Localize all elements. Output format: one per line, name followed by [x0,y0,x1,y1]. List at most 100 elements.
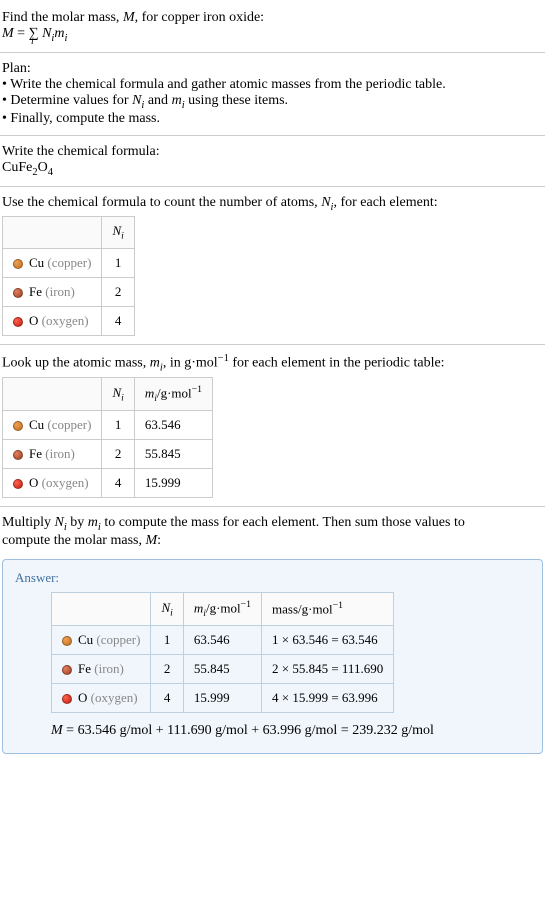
divider [0,186,545,187]
var-M: M [123,10,135,25]
text: m [145,386,154,401]
text: mass/g·mol [272,602,333,617]
plan-bullet-2: • Determine values for Ni and mi using t… [2,93,543,111]
unit: /g·mol [206,601,241,616]
element-symbol: Fe [78,661,91,676]
text: Look up the atomic mass, [2,356,150,371]
element-cell: Fe (iron) [52,655,151,684]
intro-text: Find the molar mass, [2,10,123,25]
mass-calc: 1 × 63.546 = 63.546 [262,626,394,655]
element-symbol: O [78,690,87,705]
lookup-table: Ni m i/g·mol−1 Cu (copper) 1 63.546 Fe (i… [2,377,213,498]
element-dot-o [13,317,23,327]
count-value: 1 [151,626,183,655]
element-dot-o [13,479,23,489]
col-Ni: Ni [151,593,183,626]
divider [0,135,545,136]
element-name: (iron) [42,284,75,299]
mass-value: 55.845 [134,440,212,469]
text: m [194,601,203,616]
element-cell: Fe (iron) [3,440,102,469]
text: Multiply [2,515,55,530]
intro-line: Find the molar mass, M, for copper iron … [2,10,543,26]
table-row: Cu (copper) 1 [3,249,135,278]
table-row: O (oxygen) 4 [3,307,135,336]
sum-symbol: ∑i [29,26,39,42]
multiply-line2: compute the molar mass, M: [2,533,543,549]
text: • Determine values for [2,93,132,108]
col-mi: mi/g·mol−1 [183,593,261,626]
answer-content: Ni mi/g·mol−1 mass/g·mol−1 Cu (copper) 1… [15,592,530,739]
table-row: O (oxygen) 4 15.999 4 × 15.999 = 63.996 [52,684,394,713]
formula-lhs: M [2,26,14,41]
mass-value: 15.999 [183,684,261,713]
empty-header [3,217,102,249]
count-value: 2 [102,440,134,469]
table-row: Cu (copper) 1 63.546 [3,411,213,440]
answer-label: Answer: [15,570,530,586]
chem-text: O [38,160,48,175]
count-value: 2 [102,278,134,307]
element-dot-fe [13,288,23,298]
mass-value: 63.546 [183,626,261,655]
multiply-line1: Multiply Ni by mi to compute the mass fo… [2,515,543,533]
formula-m: m [54,26,64,41]
intro-text: , for copper iron oxide: [135,10,264,25]
document-root: Find the molar mass, M, for copper iron … [0,0,545,762]
divider [0,344,545,345]
sub: i [121,393,124,404]
table-row: Fe (iron) 2 55.845 [3,440,213,469]
element-symbol: Cu [29,255,44,270]
count-value: 4 [151,684,183,713]
mass-calc: 4 × 15.999 = 63.996 [262,684,394,713]
col-Ni: Ni [102,378,134,411]
final-answer: M = 63.546 g/mol + 111.690 g/mol + 63.99… [51,723,530,739]
text: , for each element: [333,195,437,210]
exp: −1 [192,384,202,395]
table-row: Fe (iron) 2 [3,278,135,307]
lookup-section: Look up the atomic mass, mi, in g·mol−1 … [0,347,545,504]
text: Use the chemical formula to count the nu… [2,195,321,210]
molar-mass-formula: M = ∑i Nimi [2,26,543,44]
element-dot-fe [13,450,23,460]
text: N [161,600,170,615]
plan-title: Plan: [2,61,543,77]
element-name: (iron) [42,446,75,461]
multiply-section: Multiply Ni by mi to compute the mass fo… [0,509,545,555]
formula-N: N [39,26,52,41]
var-N: N [55,515,64,530]
col-Ni: Ni [102,217,134,249]
sub: i [170,607,173,618]
text: using these items. [185,93,288,108]
text: and [144,93,171,108]
element-name: (copper) [93,632,140,647]
text: : [157,533,161,548]
chem-text: CuFe [2,160,32,175]
sub: i [121,231,124,242]
var-N: N [321,195,330,210]
count-value: 4 [102,469,134,498]
lookup-title: Look up the atomic mass, mi, in g·mol−1 … [2,353,543,373]
element-symbol: O [29,313,38,328]
final-equation: = 63.546 g/mol + 111.690 g/mol + 63.996 … [63,723,434,738]
var-M: M [145,533,157,548]
element-cell: Fe (iron) [3,278,102,307]
element-name: (oxygen) [38,313,88,328]
text: N [112,385,121,400]
col-mass: mass/g·mol−1 [262,593,394,626]
mass-value: 55.845 [183,655,261,684]
exp: −1 [241,599,251,610]
count-section: Use the chemical formula to count the nu… [0,189,545,342]
element-symbol: O [29,475,38,490]
element-name: (copper) [44,255,91,270]
element-dot-cu [13,421,23,431]
element-name: (iron) [91,661,124,676]
empty-header [3,378,102,411]
intro-section: Find the molar mass, M, for copper iron … [0,4,545,50]
unit: /g·mol [157,386,192,401]
plan-bullet-1: • Write the chemical formula and gather … [2,77,543,93]
element-symbol: Fe [29,446,42,461]
divider [0,506,545,507]
count-table: Ni Cu (copper) 1 Fe (iron) 2 O (oxygen) … [2,216,135,336]
count-value: 1 [102,411,134,440]
